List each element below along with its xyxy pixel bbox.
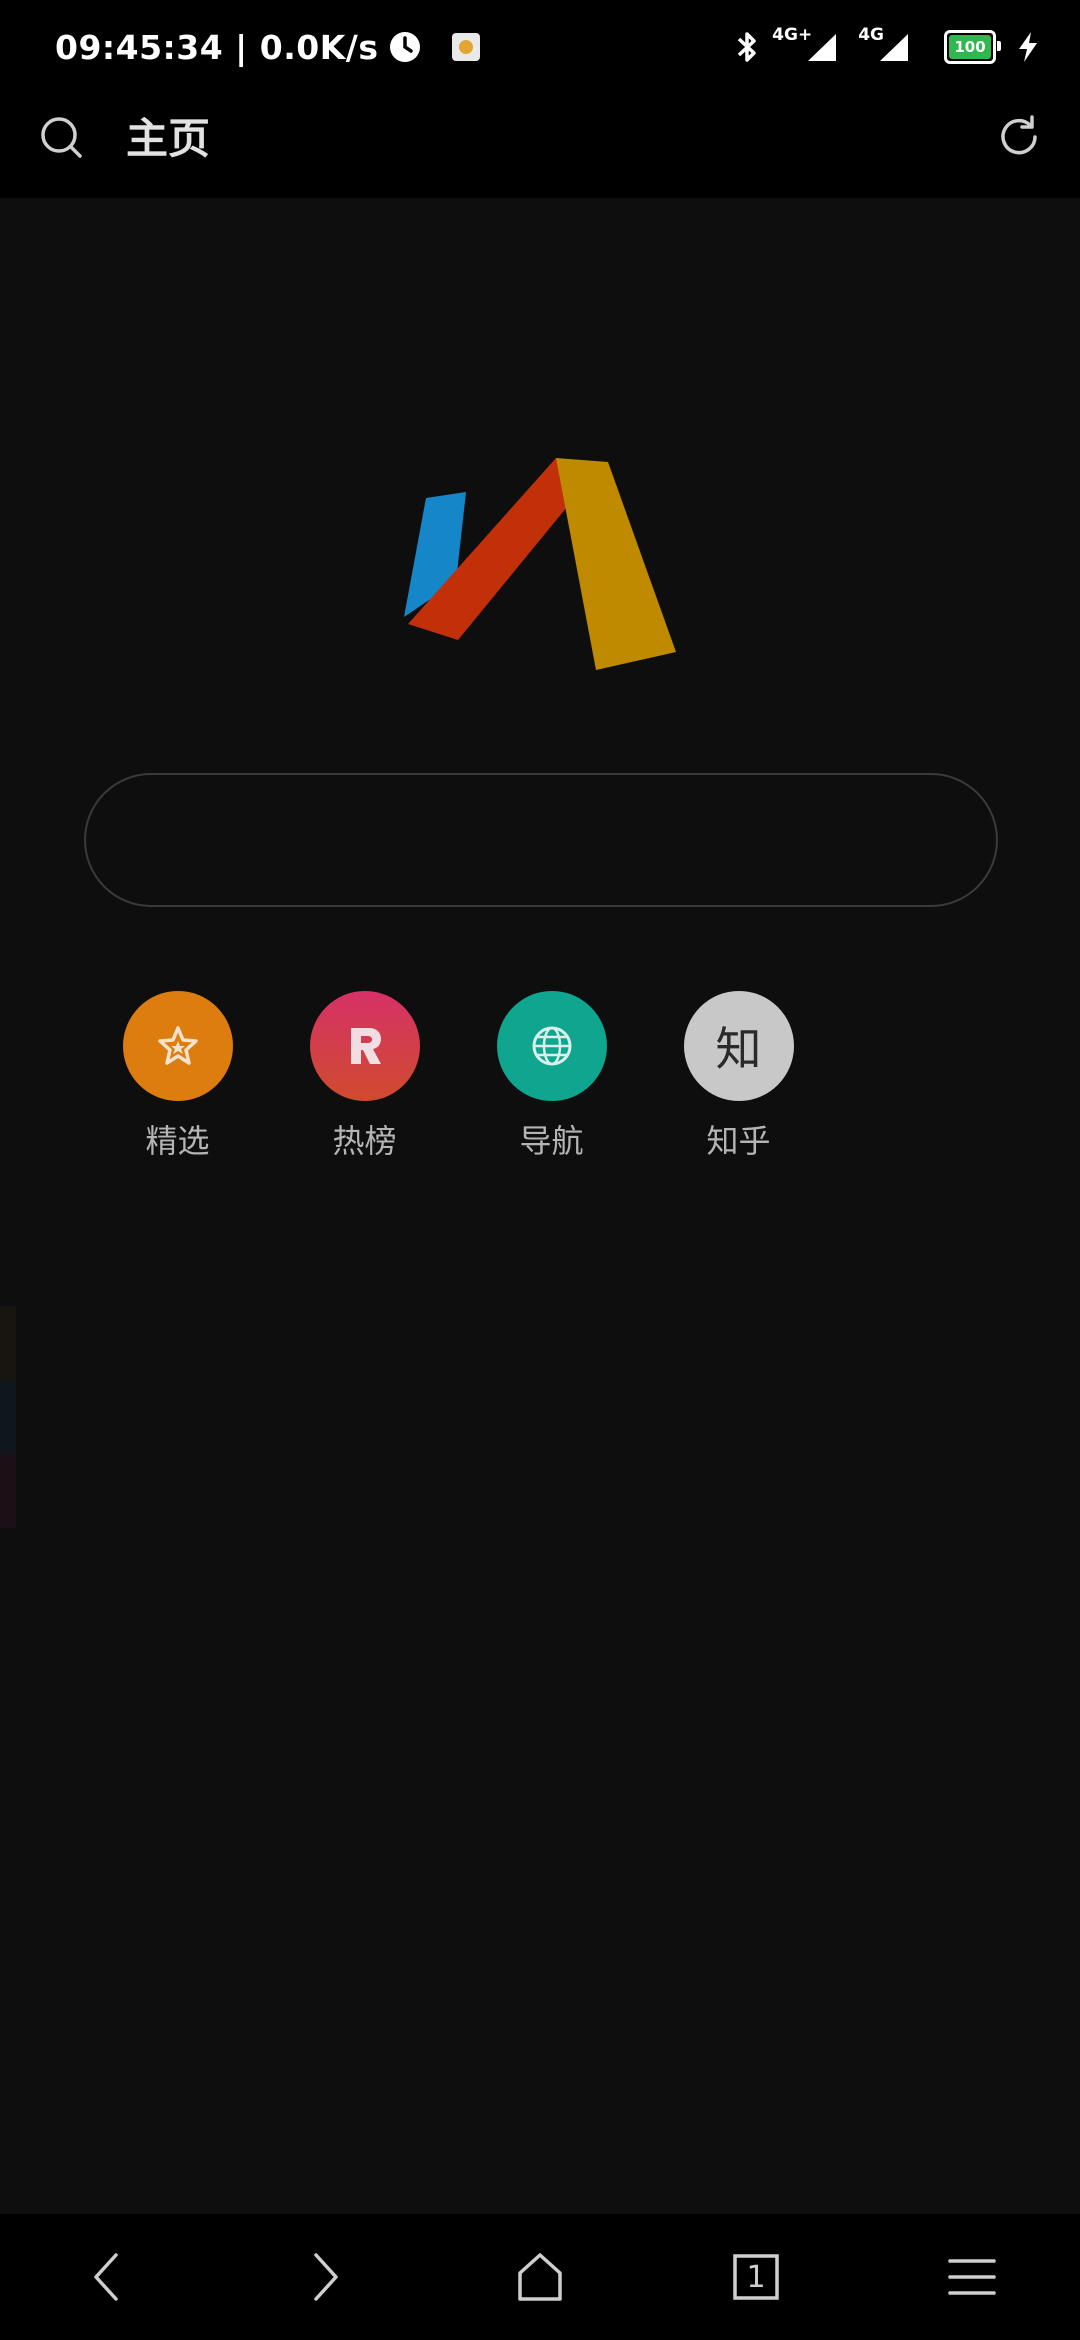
shortcut-label: 精选 — [145, 1122, 210, 1160]
browser-logo — [404, 458, 676, 670]
tabs-button[interactable]: 1 — [701, 2222, 811, 2332]
menu-icon — [948, 2259, 996, 2295]
forward-icon — [314, 2253, 338, 2301]
status-net-speed: 0.0K/s — [259, 27, 379, 67]
shortcut-zhihu[interactable]: 知 知乎 — [645, 991, 832, 1161]
battery-level: 100 — [954, 38, 986, 56]
status-left: 09:45:34 | 0.0K/s — [55, 22, 481, 72]
menu-button[interactable] — [917, 2222, 1027, 2332]
edge-handle[interactable] — [0, 1306, 16, 1528]
shortcut-featured-circle[interactable] — [122, 991, 233, 1101]
bottom-nav: 1 — [0, 2214, 1080, 2340]
status-right: 4G+ 4G 100 — [734, 24, 1040, 70]
shortcut-hot-list-circle[interactable] — [309, 991, 420, 1101]
alarm-clock-icon — [390, 32, 421, 62]
refresh-icon[interactable] — [994, 112, 1044, 162]
globe-icon — [532, 1026, 571, 1066]
edge-handle-segment — [0, 1380, 16, 1454]
status-time: 09:45:34 — [55, 27, 224, 67]
shortcut-navigation-circle[interactable] — [496, 991, 607, 1101]
shortcut-navigation[interactable]: 导航 — [458, 991, 645, 1161]
home-button[interactable] — [485, 2222, 595, 2332]
search-icon[interactable] — [38, 114, 86, 162]
shortcut-grid: 精选 热榜 导航 知 知乎 — [84, 991, 832, 1161]
search-input[interactable] — [86, 775, 996, 905]
zhi-icon: 知 — [715, 1022, 762, 1076]
status-bar: 09:45:34 | 0.0K/s 4G+ 4G 100 — [0, 0, 1080, 94]
star-icon — [157, 1026, 198, 1065]
bluetooth-icon — [737, 32, 756, 62]
back-button[interactable] — [53, 2222, 163, 2332]
r-icon — [350, 1028, 381, 1064]
browser-header: 主页 — [0, 94, 1080, 198]
shortcut-label: 导航 — [519, 1122, 584, 1160]
shortcut-featured[interactable]: 精选 — [84, 991, 271, 1161]
forward-button[interactable] — [269, 2222, 379, 2332]
charging-bolt-icon — [1019, 32, 1037, 62]
edge-handle-segment — [0, 1454, 16, 1528]
shortcut-label: 热榜 — [332, 1122, 397, 1160]
shortcut-hot-list[interactable]: 热榜 — [271, 991, 458, 1161]
battery-icon: 100 — [944, 30, 1001, 64]
network-label-2: 4G — [858, 25, 884, 45]
page-title: 主页 — [126, 114, 211, 163]
app-notification-icon — [452, 33, 481, 61]
search-bar[interactable] — [84, 773, 998, 907]
shortcut-zhihu-circle[interactable]: 知 — [683, 991, 794, 1101]
network-label-1: 4G+ — [772, 25, 813, 45]
shortcut-label: 知乎 — [706, 1122, 771, 1160]
edge-handle-segment — [0, 1306, 16, 1380]
status-separator: | — [235, 27, 248, 67]
tab-count: 1 — [746, 2259, 766, 2295]
back-icon — [94, 2253, 118, 2301]
home-icon — [518, 2253, 562, 2301]
